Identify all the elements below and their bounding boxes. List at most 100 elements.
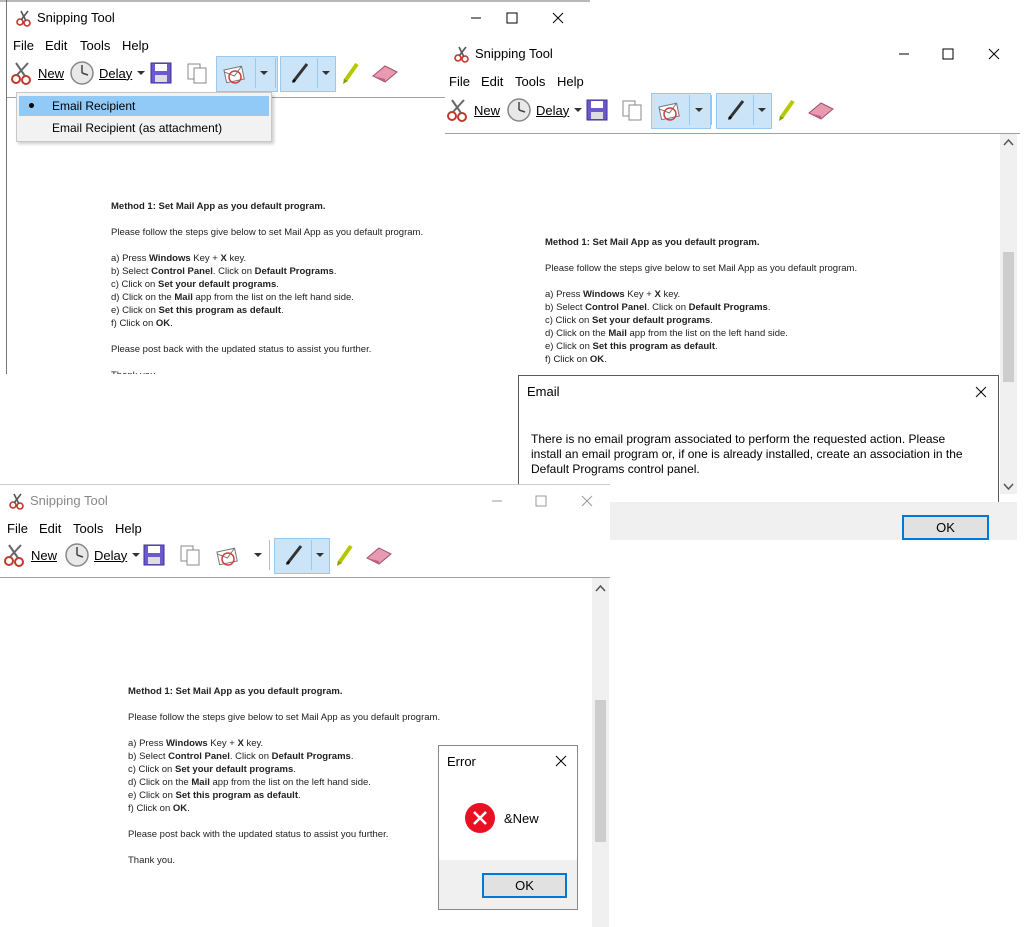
scroll-up-icon[interactable] [1000,136,1017,150]
doc-step-text: e) Click on [128,790,176,801]
minimize-button[interactable] [474,485,520,517]
doc-heading: Method 1: Set Mail App as you default pr… [128,686,343,697]
menu-edit[interactable]: Edit [481,74,503,89]
maximize-button[interactable] [489,2,535,34]
doc-step-bold: Set your default programs [157,279,277,290]
eraser-icon[interactable] [807,99,835,121]
chevron-down-icon[interactable] [253,550,263,560]
doc-step-text: . [710,315,713,326]
new-snip-button[interactable]: New [445,93,500,127]
doc-step-bold: Default Programs [688,302,768,313]
menu-file[interactable]: File [449,74,470,89]
highlighter-icon[interactable] [333,543,357,567]
snip-document: Method 1: Set Mail App as you default pr… [128,685,440,867]
menu-help[interactable]: Help [115,521,142,536]
doc-step: d) Click on the Mail app from the list o… [545,327,857,340]
vertical-scrollbar[interactable] [1000,134,1017,494]
maximize-button[interactable] [925,38,971,70]
copy-icon[interactable] [620,98,644,122]
menu-tools[interactable]: Tools [80,38,110,53]
menu-help[interactable]: Help [557,74,584,89]
scrollbar-thumb[interactable] [1003,252,1014,382]
scissors-icon [11,62,31,85]
send-snip-icon[interactable] [657,99,683,123]
send-snip-icon[interactable] [215,544,241,568]
scrollbar-thumb[interactable] [595,700,606,842]
maximize-button[interactable] [518,485,564,517]
copy-icon[interactable] [185,61,209,85]
pen-icon[interactable] [288,61,312,85]
pen-icon[interactable] [282,543,306,567]
doc-heading: Method 1: Set Mail App as you default pr… [111,201,326,212]
doc-heading: Method 1: Set Mail App as you default pr… [545,237,760,248]
pen-icon[interactable] [724,98,748,122]
close-button[interactable] [564,485,610,517]
scissors-icon [4,544,24,567]
window-title: Snipping Tool [30,493,108,508]
menu-edit[interactable]: Edit [45,38,67,53]
minimize-button[interactable] [881,38,927,70]
delay-button[interactable]: Delay [69,56,146,90]
split-divider [255,58,256,88]
doc-step: b) Select Control Panel. Click on Defaul… [111,265,423,278]
new-snip-button[interactable]: New [2,538,57,572]
doc-step-text: e) Click on [111,305,159,316]
menu-tools[interactable]: Tools [73,521,103,536]
menu-file[interactable]: File [13,38,34,53]
menu-tools[interactable]: Tools [515,74,545,89]
menu-file[interactable]: File [7,521,28,536]
toolbar: New Delay [445,93,1020,135]
menu-edit[interactable]: Edit [39,521,61,536]
save-icon[interactable] [149,61,173,85]
chevron-down-icon[interactable] [694,105,704,115]
doc-step-text: Key + [624,289,655,300]
error-ok-button[interactable]: OK [482,873,567,898]
send-snip-icon[interactable] [222,62,248,86]
eraser-icon[interactable] [371,62,399,84]
doc-step: b) Select Control Panel. Click on Defaul… [128,750,440,763]
dropdown-item-email-attachment[interactable]: Email Recipient (as attachment) [19,118,269,138]
save-icon[interactable] [585,98,609,122]
doc-step-bold: OK [155,318,171,329]
close-button[interactable] [971,38,1017,70]
chevron-down-icon[interactable] [259,68,269,78]
doc-step: f) Click on OK. [111,317,423,330]
dialog-close-button[interactable] [551,751,571,771]
dropdown-item-email-recipient[interactable]: Email Recipient [19,96,269,116]
copy-icon[interactable] [178,543,202,567]
close-button[interactable] [535,2,581,34]
chevron-down-icon[interactable] [321,68,331,78]
doc-step: c) Click on Set your default programs. [111,278,423,291]
email-ok-button[interactable]: OK [902,515,989,540]
dialog-message: &New [504,811,539,826]
chevron-down-icon[interactable] [315,550,325,560]
delay-label: Delay [94,547,128,563]
minimize-icon [492,500,502,502]
highlighter-icon[interactable] [339,61,363,85]
delay-button[interactable]: Delay [506,93,583,127]
minimize-icon [471,17,481,19]
doc-step-text: a) Press [128,738,167,749]
window-title: Snipping Tool [37,10,115,25]
maximize-icon [506,12,518,24]
window-title: Snipping Tool [475,46,553,61]
doc-steps: a) Press Windows Key + X key. b) Select C… [111,252,423,330]
toolbar-separator [269,540,270,570]
vertical-scrollbar[interactable] [592,578,609,927]
save-icon[interactable] [142,543,166,567]
delay-button[interactable]: Delay [64,538,141,572]
doc-step: a) Press Windows Key + X key. [128,737,440,750]
new-snip-button[interactable]: New [9,56,64,90]
doc-step-text: f) Click on [128,803,173,814]
scroll-up-icon[interactable] [592,582,609,596]
dialog-close-button[interactable] [971,382,991,402]
eraser-icon[interactable] [365,544,393,566]
scroll-down-icon[interactable] [1000,480,1017,494]
menu-help[interactable]: Help [122,38,149,53]
doc-step-text: b) Select [128,751,169,762]
doc-step-text: . Click on [646,302,689,313]
split-divider [753,95,754,125]
dialog-message: There is no email program associated to … [531,432,963,476]
highlighter-icon[interactable] [775,98,799,122]
chevron-down-icon[interactable] [757,105,767,115]
